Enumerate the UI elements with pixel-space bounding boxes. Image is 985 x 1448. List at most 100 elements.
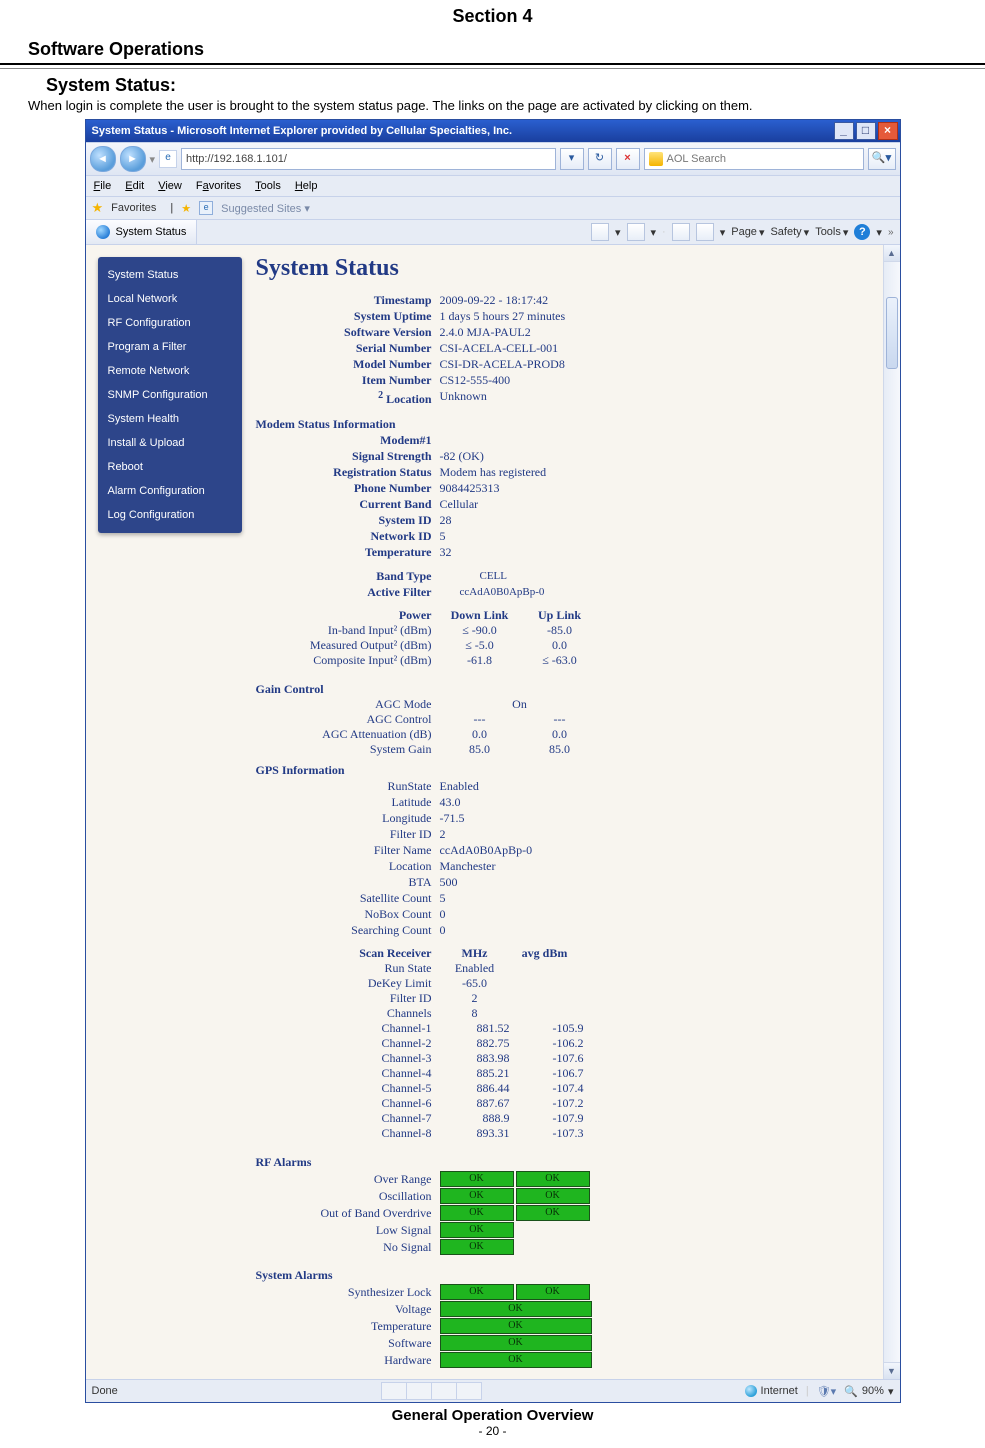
gps-row-val: 2 [440, 826, 446, 842]
scan-row-label: Filter ID [256, 991, 440, 1006]
val-reg: Modem has registered [440, 464, 547, 480]
close-button[interactable]: × [878, 122, 898, 140]
refresh-button[interactable]: ↻ [588, 148, 612, 170]
sidebar-item-system-status[interactable]: System Status [98, 263, 242, 287]
menu-edit[interactable]: Edit [125, 180, 144, 192]
scan-row-v1: Enabled [440, 961, 514, 976]
lbl-swver: Software Version [256, 324, 440, 340]
alarm-label: Temperature [256, 1318, 440, 1334]
alarm-status: OK [516, 1188, 590, 1204]
intro-text: When login is complete the user is broug… [28, 98, 957, 113]
gps-row-val: ccAdA0B0ApBp-0 [440, 842, 533, 858]
search-go-button[interactable]: 🔍▾ [868, 148, 896, 170]
protected-mode-icon[interactable]: 🛡▾ [817, 1385, 837, 1398]
favorites-bar: ★ Favorites | ★ e Suggested Sites ▾ [86, 197, 900, 220]
sidebar-item-install-upload[interactable]: Install & Upload [98, 431, 242, 455]
sidebar-item-alarm-configuration[interactable]: Alarm Configuration [98, 479, 242, 503]
alarm-status: OK [440, 1171, 514, 1187]
print-icon[interactable] [696, 223, 714, 241]
channel-label: Channel-6 [256, 1096, 440, 1111]
scroll-thumb[interactable] [886, 297, 898, 369]
mail-icon[interactable] [672, 223, 690, 241]
lbl-phone: Phone Number [256, 480, 440, 496]
minimize-button[interactable]: _ [834, 122, 854, 140]
gain-up: 85.0 [520, 742, 600, 757]
sidebar-item-system-health[interactable]: System Health [98, 407, 242, 431]
scan-row-v2 [514, 991, 584, 1006]
home-icon[interactable] [591, 223, 609, 241]
lbl-serial: Serial Number [256, 340, 440, 356]
feeds-icon[interactable] [627, 223, 645, 241]
gps-row-val: Manchester [440, 858, 496, 874]
alarm-status: OK [440, 1205, 514, 1221]
back-button[interactable]: ◄ [90, 146, 116, 172]
menu-help[interactable]: Help [295, 180, 318, 192]
scan-row-v2 [514, 1006, 584, 1021]
feeds-dd[interactable]: ▾ [651, 226, 657, 239]
tab-system-status[interactable]: System Status [86, 220, 198, 244]
lbl-location: 2 Location [256, 388, 440, 407]
sidebar-item-local-network[interactable]: Local Network [98, 287, 242, 311]
alarm-status: OK [516, 1171, 590, 1187]
home-dd[interactable]: ▾ [615, 226, 621, 239]
scroll-up-arrow[interactable]: ▲ [884, 245, 900, 262]
alarm-status: OK [440, 1318, 592, 1334]
vertical-scrollbar[interactable]: ▲ ▼ [883, 245, 900, 1379]
history-dropdown[interactable]: ▾ [150, 153, 156, 166]
sidebar-item-snmp-configuration[interactable]: SNMP Configuration [98, 383, 242, 407]
scan-row-label: Run State [256, 961, 440, 976]
channel-dbm: -105.9 [514, 1021, 584, 1036]
tools-menu[interactable]: Tools ▾ [815, 226, 848, 239]
stop-button[interactable]: × [616, 148, 640, 170]
suggested-sites[interactable]: Suggested Sites ▾ [221, 202, 310, 215]
status-cell [381, 1382, 407, 1400]
sidebar-item-log-configuration[interactable]: Log Configuration [98, 503, 242, 527]
sidebar-item-rf-configuration[interactable]: RF Configuration [98, 311, 242, 335]
scan-row-v1: 8 [440, 1006, 514, 1021]
scan-row-label: Channels [256, 1006, 440, 1021]
channel-dbm: -106.7 [514, 1066, 584, 1081]
lbl-temp: Temperature [256, 544, 440, 560]
power-row-label: In-band Input² (dBm) [256, 623, 440, 638]
search-placeholder: AOL Search [667, 153, 727, 165]
lbl-netid: Network ID [256, 528, 440, 544]
page-icon: e [159, 150, 177, 168]
sidebar-item-remote-network[interactable]: Remote Network [98, 359, 242, 383]
chevron-overflow[interactable]: » [888, 227, 894, 238]
sidebar-item-reboot[interactable]: Reboot [98, 455, 242, 479]
sidebar-item-program-filter[interactable]: Program a Filter [98, 335, 242, 359]
val-swver: 2.4.0 MJA-PAUL2 [440, 324, 531, 340]
channel-mhz: 886.44 [440, 1081, 514, 1096]
gain-row-label: AGC Attenuation (dB) [256, 727, 440, 742]
print-dd[interactable]: ▾ [720, 226, 726, 239]
scroll-down-arrow[interactable]: ▼ [884, 1362, 900, 1379]
menu-tools[interactable]: Tools [255, 180, 281, 192]
menu-view[interactable]: View [158, 180, 182, 192]
favorites-label[interactable]: Favorites [111, 202, 156, 214]
scan-row-v1: 2 [440, 991, 514, 1006]
channel-dbm: -106.2 [514, 1036, 584, 1051]
forward-button[interactable]: ► [120, 146, 146, 172]
lbl-band: Current Band [256, 496, 440, 512]
favorites-star-icon[interactable]: ★ [92, 200, 104, 216]
address-bar[interactable] [181, 148, 555, 170]
help-icon[interactable]: ? [854, 224, 870, 240]
safety-menu[interactable]: Safety ▾ [770, 226, 809, 239]
channel-mhz: 883.98 [440, 1051, 514, 1066]
command-bar: ▾ ▾ · ▾ Page ▾ Safety ▾ Tools ▾ ?▾ » [585, 223, 900, 241]
browser-window: System Status - Microsoft Internet Explo… [85, 119, 901, 1403]
alarm-label: Out of Band Overdrive [256, 1205, 440, 1221]
menu-file[interactable]: File [94, 180, 112, 192]
menu-favorites[interactable]: Favorites [196, 180, 241, 192]
gps-row-val: 0 [440, 906, 446, 922]
gain-title: Gain Control [256, 682, 875, 697]
help-dd[interactable]: ▾ [876, 226, 882, 239]
zoom-control[interactable]: 🔍90% ▾ [844, 1385, 893, 1398]
gps-row-val: 43.0 [440, 794, 461, 810]
gps-row-val: 500 [440, 874, 458, 890]
gps-row-val: 0 [440, 922, 446, 938]
search-box[interactable]: AOL Search [644, 148, 864, 170]
url-dropdown[interactable]: ▾ [560, 148, 584, 170]
maximize-button[interactable]: □ [856, 122, 876, 140]
page-menu[interactable]: Page ▾ [731, 226, 764, 239]
